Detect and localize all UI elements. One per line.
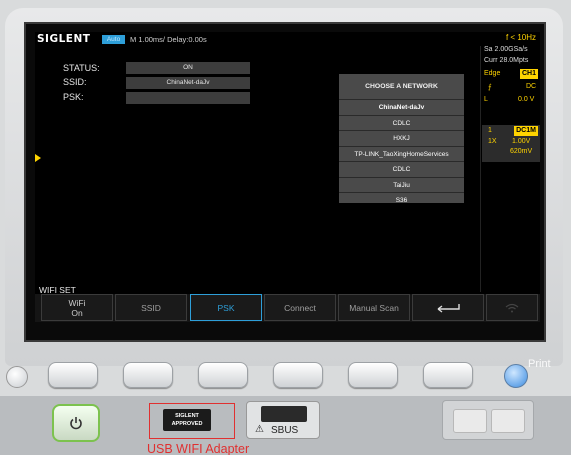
sbus-port: ⚠ SBUS [246,401,320,439]
usb-ports [442,400,534,440]
status-label: STATUS: [63,63,100,73]
trigger-channel-badge: CH1 [520,69,538,79]
usb-port-1 [453,409,487,433]
sbus-connector [261,406,307,422]
trigger-level-marker-icon[interactable] [35,154,41,162]
psk-field[interactable] [126,92,250,104]
coupling: DC [526,83,537,90]
psk-label: PSK: [63,92,84,102]
network-item[interactable]: TaiJiu [339,176,464,193]
network-item[interactable]: HXKJ [339,130,464,146]
trigger-level: 0.0 V [518,96,535,103]
softkey-hw-2[interactable] [123,362,173,388]
softkey-manual-scan[interactable]: Manual Scan [338,294,410,321]
print-label: Print [528,358,551,370]
network-item[interactable]: TP-LINK_TaoXingHomeServices [339,145,464,162]
channel-offset: 620mV [510,148,533,155]
network-item[interactable]: CDLC [339,114,464,131]
brand-logo: SIGLENT [37,33,91,45]
status-value: ON [126,62,250,74]
softkey-connect[interactable]: Connect [264,294,336,321]
oscilloscope-screen: SIGLENT Auto M 1.00ms/ Delay:0.00s f < 1… [35,32,540,322]
memory-depth: Curr 28.0Mpts [484,57,529,64]
usb-adapter-text: SIGLENT APPROVED [171,413,203,427]
wifi-icon [505,303,519,312]
channel-number: 1 [488,127,492,134]
print-button[interactable] [504,364,528,388]
softkey-hw-6[interactable] [423,362,473,388]
softkey-bar: WiFi On SSID PSK Connect Manual Scan [35,294,540,322]
trigger-mode-badge[interactable]: Auto [102,35,125,44]
channel1-panel[interactable]: 1 DC1M 1X 1.00V 620mV [482,125,540,162]
softkey-hw-5[interactable] [348,362,398,388]
probe-ratio: 1X [488,138,497,145]
power-icon [70,417,82,430]
slope-icon: ⨍ [488,84,492,91]
warning-icon: ⚠ [255,424,264,435]
softkey-back[interactable] [412,294,484,321]
trigger-frequency: f < 10Hz [505,33,536,42]
usb-port-2 [491,409,525,433]
level-icon: L [484,96,488,103]
softkey-wifi-on[interactable]: WiFi On [41,294,113,321]
softkey-wifi-indicator [486,294,538,321]
back-arrow-icon [437,303,460,313]
network-item[interactable]: CDLC [339,161,464,177]
channel-coupling-badge: DC1M [514,126,538,136]
top-status-bar: SIGLENT Auto M 1.00ms/ Delay:0.00s f < 1… [35,32,540,46]
softkey-psk[interactable]: PSK [190,294,262,321]
sbus-label: SBUS [271,425,299,436]
network-list: CHOOSE A NETWORK ChinaNet-daJv CDLC HXKJ… [339,74,464,204]
softkey-ssid[interactable]: SSID [115,294,187,321]
softkey-hw-4[interactable] [273,362,323,388]
timebase-readout: M 1.00ms/ Delay:0.00s [130,35,207,44]
softkey-hw-1[interactable] [48,362,98,388]
usb-wifi-adapter: SIGLENT APPROVED [163,409,211,431]
side-info-panel: Sa 2.00GSa/s Curr 28.0Mpts Edge CH1 ⨍ DC… [482,46,540,292]
network-item[interactable]: ChinaNet-daJv [339,99,464,115]
ssid-value: ChinaNet-daJv [126,77,250,89]
waveform-area: STATUS: ON SSID: ChinaNet-daJv PSK: CHOO… [35,46,481,292]
network-item[interactable]: S36 [339,192,464,208]
softkey-hw-3[interactable] [198,362,248,388]
usb-wifi-adapter-label: USB WIFI Adapter [147,442,250,455]
menu-onoff-button[interactable] [6,366,28,388]
sample-rate: Sa 2.00GSa/s [484,46,528,53]
ssid-label: SSID: [63,77,87,87]
volts-per-div: 1.00V [512,138,531,145]
trigger-type: Edge [484,70,501,77]
network-list-title: CHOOSE A NETWORK [365,83,438,90]
power-button[interactable] [52,404,100,442]
